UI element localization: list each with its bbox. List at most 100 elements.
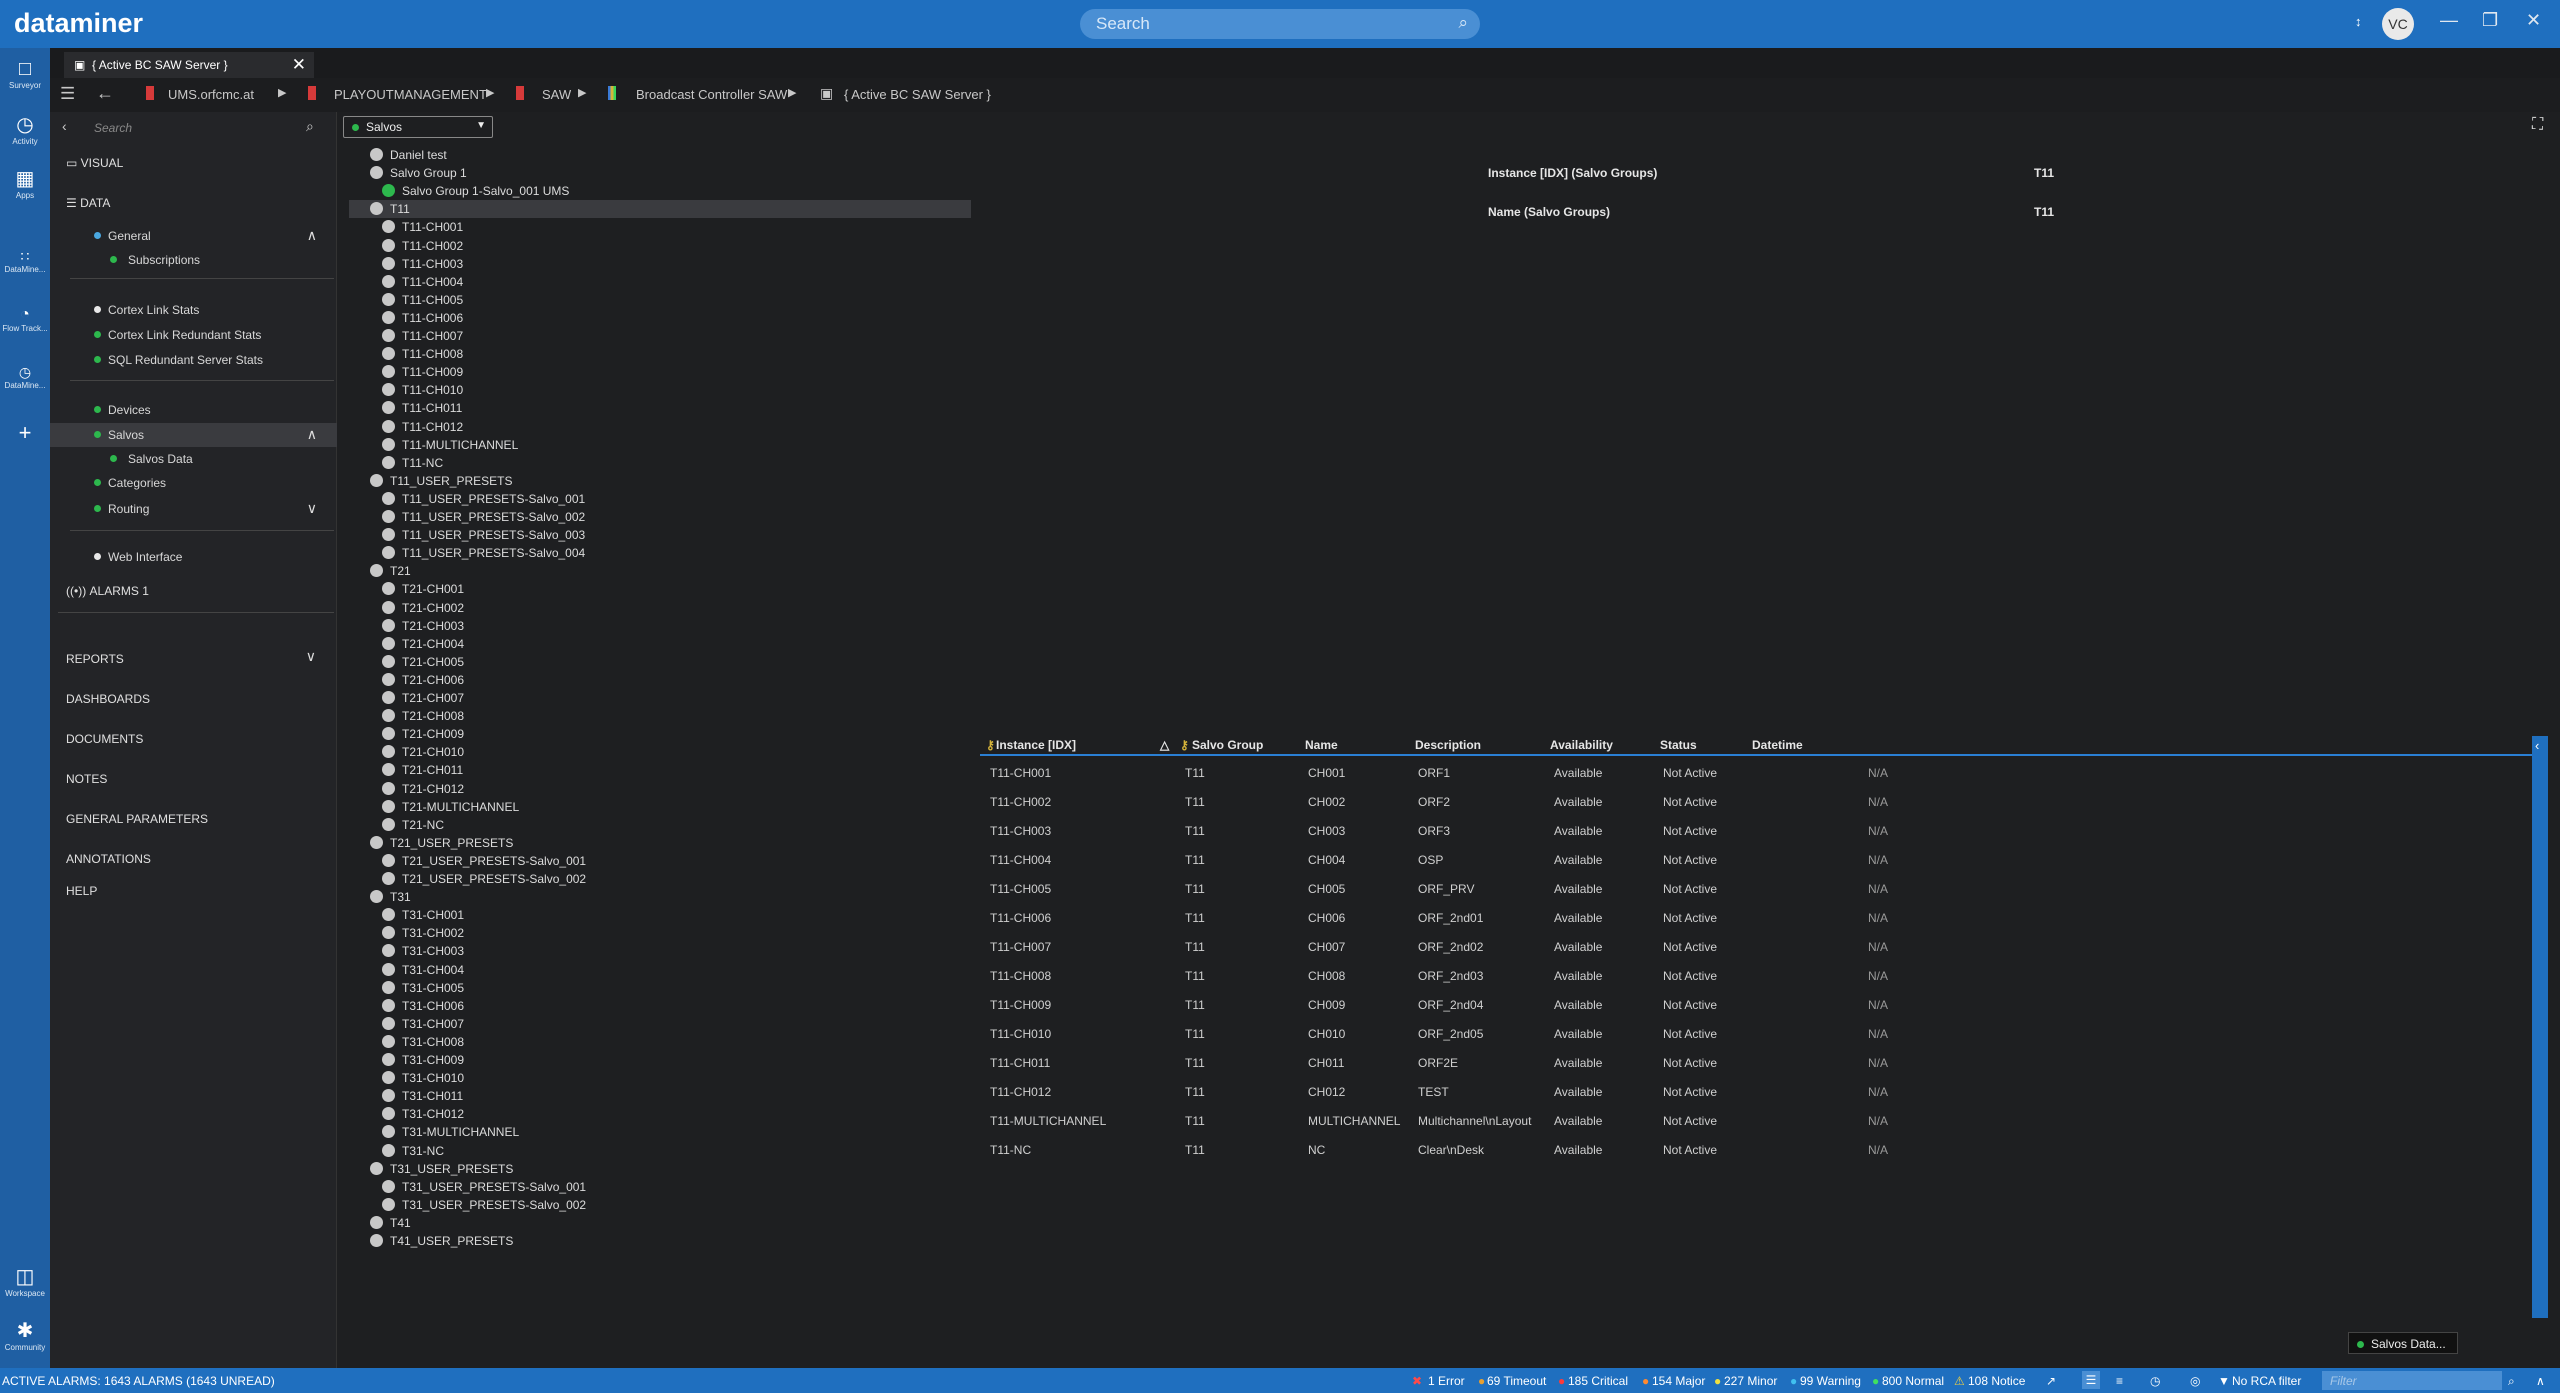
critical-count[interactable]: 185 Critical [1568, 1374, 1628, 1388]
nav-item-cortex-link-stats[interactable]: Cortex Link Stats [50, 298, 337, 322]
tree-node[interactable]: T31-CH008 [382, 1033, 782, 1051]
tree-node[interactable]: T11-CH004 [382, 273, 782, 291]
column-header-salvo-group[interactable]: Salvo Group [1192, 738, 1263, 752]
column-header-instance[interactable]: Instance [IDX] [996, 738, 1076, 752]
tree-node[interactable]: T11_USER_PRESETS [370, 472, 770, 490]
tree-node[interactable]: T31-CH007 [382, 1015, 782, 1033]
warning-count[interactable]: 99 Warning [1800, 1374, 1861, 1388]
tree-node[interactable]: T21-CH005 [382, 653, 782, 671]
breadcrumb-separator-icon[interactable]: ▶ [486, 86, 494, 99]
nav-notes[interactable]: NOTES [66, 772, 107, 786]
tree-node[interactable]: T21-CH003 [382, 617, 782, 635]
tree-node[interactable]: T11-NC [382, 454, 782, 472]
nav-item-salvos[interactable]: Salvos ∧ [50, 423, 337, 447]
tree-node[interactable]: T31-CH012 [382, 1105, 782, 1123]
tree-node[interactable]: T11-CH007 [382, 327, 782, 345]
side-panel-toggle[interactable]: ‹ [2532, 736, 2548, 1318]
tree-node[interactable]: T31-CH004 [382, 961, 782, 979]
tree-node[interactable]: T31-CH005 [382, 979, 782, 997]
table-row[interactable]: T11-CH003 T11 CH003 ORF3 Available Not Active… [980, 816, 2535, 845]
tree-node[interactable]: T11_USER_PRESETS-Salvo_003 [382, 526, 782, 544]
nav-reports[interactable]: REPORTS [66, 652, 124, 666]
sidebar-item-activity[interactable]: ◷ Activity [0, 112, 50, 146]
nav-item-cortex-link-redundant[interactable]: Cortex Link Redundant Stats [50, 323, 337, 347]
tree-node[interactable]: T31_USER_PRESETS-Salvo_002 [382, 1196, 782, 1214]
tree-node[interactable]: T11-CH006 [382, 309, 782, 327]
table-row[interactable]: T11-CH005 T11 CH005 ORF_PRV Available Not Act… [980, 874, 2535, 903]
chevron-up-icon[interactable]: ∧ [307, 426, 317, 443]
tree-node[interactable]: T11-CH012 [382, 418, 782, 436]
nav-help[interactable]: HELP [66, 884, 97, 898]
restore-icon[interactable]: ❐ [2482, 10, 2498, 31]
tree-node[interactable]: T21-CH004 [382, 635, 782, 653]
nav-item-web-interface[interactable]: Web Interface [50, 545, 337, 569]
tree-node[interactable]: T11-CH005 [382, 291, 782, 309]
error-count[interactable]: 1 Error [1428, 1374, 1465, 1388]
sidebar-item-community[interactable]: ✱ Community [0, 1318, 50, 1352]
tree-node[interactable]: T31-CH006 [382, 997, 782, 1015]
tree-node[interactable]: T31-CH009 [382, 1051, 782, 1069]
major-count[interactable]: 154 Major [1652, 1374, 1705, 1388]
minor-count[interactable]: 227 Minor [1724, 1374, 1777, 1388]
sidebar-item-surveyor[interactable]: □ Surveyor [0, 58, 50, 90]
column-header-status[interactable]: Status [1660, 738, 1697, 752]
breadcrumb-separator-icon[interactable]: ▶ [578, 86, 586, 99]
breadcrumb-item-broadcast-controller[interactable]: Broadcast Controller SAW [636, 87, 787, 102]
search-icon[interactable]: ⌕ [306, 118, 314, 135]
table-row[interactable]: T11-CH002 T11 CH002 ORF2 Available Not Active… [980, 787, 2535, 816]
table-row[interactable]: T11-NC T11 NC Clear\nDesk Available Not Activ… [980, 1135, 2535, 1164]
search-icon[interactable]: ⌕ [2508, 1374, 2515, 1389]
minimize-icon[interactable]: — [2440, 10, 2458, 31]
tree-node[interactable]: T11-CH011 [382, 399, 782, 417]
user-menu-dropdown-icon[interactable]: ↕ [2355, 14, 2362, 29]
nav-annotations[interactable]: ANNOTATIONS [66, 852, 151, 866]
tree-node[interactable]: T11-CH009 [382, 363, 782, 381]
tree-node[interactable]: T31 [370, 888, 770, 906]
tree-node[interactable]: T21-CH012 [382, 780, 782, 798]
tree-node[interactable]: T11-CH008 [382, 345, 782, 363]
nav-visual[interactable]: ▭ VISUAL [66, 156, 123, 170]
tree-node[interactable]: T11_USER_PRESETS-Salvo_002 [382, 508, 782, 526]
tree-node[interactable]: T31-CH001 [382, 906, 782, 924]
notice-count[interactable]: 108 Notice [1968, 1374, 2025, 1388]
rca-filter-toggle[interactable]: No RCA filter [2232, 1374, 2301, 1388]
tree-node[interactable]: T21-CH007 [382, 689, 782, 707]
tree-node[interactable]: T11-CH010 [382, 381, 782, 399]
nav-item-devices[interactable]: Devices [50, 398, 337, 422]
nav-item-general[interactable]: General ∧ [50, 224, 337, 248]
sidebar-item-apps[interactable]: ▦ Apps [0, 166, 50, 200]
tree-node[interactable]: T21-CH009 [382, 725, 782, 743]
nav-item-salvos-data[interactable]: Salvos Data [50, 447, 337, 471]
tree-node[interactable]: T21 [370, 562, 770, 580]
alarm-filter-input[interactable]: Filter [2322, 1371, 2502, 1390]
close-tab-icon[interactable]: ✕ [292, 55, 306, 75]
tree-node[interactable]: T21_USER_PRESETS-Salvo_001 [382, 852, 782, 870]
tree-node[interactable]: T21-CH010 [382, 743, 782, 761]
breadcrumb-item-active-server[interactable]: { Active BC SAW Server } [844, 87, 991, 102]
tree-node[interactable]: T21_USER_PRESETS-Salvo_002 [382, 870, 782, 888]
sort-icon[interactable]: ≡ [2116, 1374, 2123, 1388]
tree-node[interactable]: T11-MULTICHANNEL [382, 436, 782, 454]
breadcrumb-item-dma[interactable]: UMS.orfcmc.at [168, 87, 254, 102]
fullscreen-icon[interactable]: ⛶ [2532, 116, 2543, 134]
table-row[interactable]: T11-CH011 T11 CH011 ORF2E Available Not Activ… [980, 1048, 2535, 1077]
chevron-up-icon[interactable]: ∧ [307, 227, 317, 244]
breadcrumb-item-playout[interactable]: PLAYOUTMANAGEMENT [334, 87, 487, 102]
active-alarms-text[interactable]: ACTIVE ALARMS: 1643 ALARMS (1643 UNREAD) [2, 1374, 275, 1388]
tree-node[interactable]: Daniel test [370, 146, 770, 164]
tree-node[interactable]: T11 [349, 200, 971, 219]
chart-icon[interactable]: ↗ [2046, 1374, 2056, 1388]
tree-node[interactable]: T31-CH002 [382, 924, 782, 942]
normal-count[interactable]: 800 Normal [1882, 1374, 1944, 1388]
tree-node[interactable]: T31_USER_PRESETS [370, 1160, 770, 1178]
nav-documents[interactable]: DOCUMENTS [66, 732, 143, 746]
nav-alarms[interactable]: ((•)) ALARMS 1 [66, 584, 149, 598]
list-view-icon[interactable]: ☰ [2082, 1371, 2100, 1389]
sort-asc-icon[interactable]: △ [1160, 738, 1169, 752]
sidebar-item-workspace[interactable]: ◫ Workspace [0, 1264, 50, 1298]
nav-item-subscriptions[interactable]: Subscriptions [50, 248, 337, 272]
tree-node[interactable]: Salvo Group 1-Salvo_001 UMS [382, 182, 782, 200]
tree-node[interactable]: T31-CH011 [382, 1087, 782, 1105]
table-row[interactable]: T11-CH001 T11 CH001 ORF1 Available Not Active… [980, 758, 2535, 787]
breadcrumb-separator-icon[interactable]: ▶ [278, 86, 286, 99]
